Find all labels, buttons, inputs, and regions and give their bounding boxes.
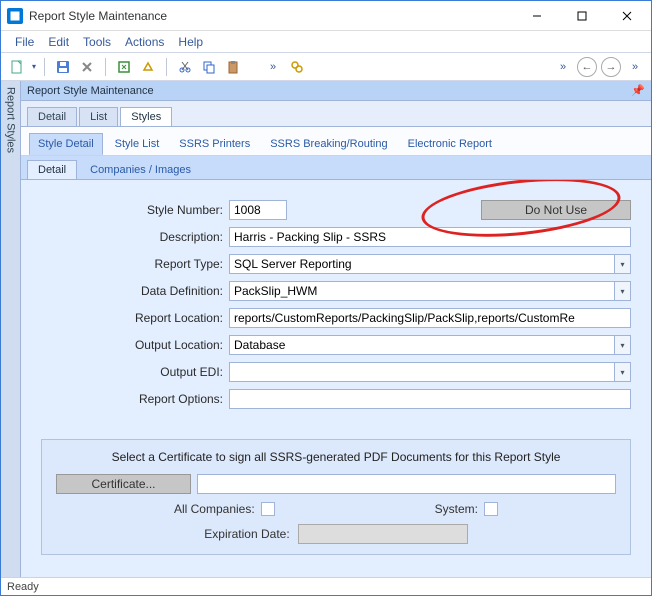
style-number-input[interactable] [229, 200, 287, 220]
all-companies-checkbox[interactable] [261, 502, 275, 516]
refresh-icon[interactable] [114, 57, 134, 77]
tab-detail[interactable]: Detail [27, 107, 77, 126]
menu-tools[interactable]: Tools [77, 33, 117, 51]
certificate-button[interactable]: Certificate... [56, 474, 191, 494]
menubar: File Edit Tools Actions Help [1, 31, 651, 53]
data-definition-label: Data Definition: [41, 284, 229, 298]
toolbar: ▾ » » ← → » [1, 53, 651, 81]
data-definition-input[interactable] [229, 281, 615, 301]
output-edi-dropdown-icon[interactable]: ▾ [615, 362, 631, 382]
tab-styles[interactable]: Styles [120, 107, 172, 126]
clear-icon[interactable] [138, 57, 158, 77]
close-button[interactable] [604, 2, 649, 30]
do-not-use-button[interactable]: Do Not Use [481, 200, 631, 220]
tabs-level-1: Detail List Styles [21, 101, 651, 127]
report-options-label: Report Options: [41, 392, 229, 406]
overflow-icon[interactable]: » [263, 57, 283, 77]
certificate-input[interactable] [197, 474, 616, 494]
output-location-label: Output Location: [41, 338, 229, 352]
data-definition-dropdown-icon[interactable]: ▾ [615, 281, 631, 301]
output-edi-label: Output EDI: [41, 365, 229, 379]
side-tab[interactable]: Report Styles [1, 81, 21, 577]
new-dropdown[interactable]: ▾ [32, 62, 36, 71]
report-location-input[interactable] [229, 308, 631, 328]
certificate-group: Select a Certificate to sign all SSRS-ge… [41, 439, 631, 555]
system-checkbox[interactable] [484, 502, 498, 516]
save-icon[interactable] [53, 57, 73, 77]
side-tab-label: Report Styles [5, 87, 17, 153]
subtab-detail[interactable]: Detail [27, 160, 77, 179]
report-type-dropdown-icon[interactable]: ▾ [615, 254, 631, 274]
report-type-label: Report Type: [41, 257, 229, 271]
panel-header: Report Style Maintenance 📌 [21, 81, 651, 101]
tab-list[interactable]: List [79, 107, 118, 126]
window-controls [514, 2, 649, 30]
tabs-level-3: Detail Companies / Images [21, 156, 651, 180]
menu-edit[interactable]: Edit [42, 33, 75, 51]
expiration-date-label: Expiration Date: [204, 527, 289, 541]
expiration-date-field [298, 524, 468, 544]
nav-back-button[interactable]: ← [577, 57, 597, 77]
app-icon [7, 8, 23, 24]
maximize-button[interactable] [559, 2, 604, 30]
menu-file[interactable]: File [9, 33, 40, 51]
paste-icon[interactable] [223, 57, 243, 77]
minimize-button[interactable] [514, 2, 559, 30]
output-location-dropdown-icon[interactable]: ▾ [615, 335, 631, 355]
window-title: Report Style Maintenance [29, 9, 514, 23]
output-location-input[interactable] [229, 335, 615, 355]
titlebar: Report Style Maintenance [1, 1, 651, 31]
all-companies-label: All Companies: [174, 502, 255, 516]
tab-style-detail[interactable]: Style Detail [29, 133, 103, 155]
report-options-input[interactable] [229, 389, 631, 409]
style-number-label: Style Number: [41, 203, 229, 217]
main-panel: Report Style Maintenance 📌 Detail List S… [21, 81, 651, 577]
tabs-level-2: Style Detail Style List SSRS Printers SS… [21, 127, 651, 156]
report-location-label: Report Location: [41, 311, 229, 325]
description-label: Description: [41, 230, 229, 244]
find-icon[interactable] [287, 57, 307, 77]
certificate-group-title: Select a Certificate to sign all SSRS-ge… [56, 450, 616, 464]
menu-help[interactable]: Help [172, 33, 209, 51]
output-edi-input[interactable] [229, 362, 615, 382]
overflow-right-icon[interactable]: » [553, 57, 573, 77]
menu-actions[interactable]: Actions [119, 33, 170, 51]
system-label: System: [435, 502, 478, 516]
app-window: Report Style Maintenance File Edit Tools… [0, 0, 652, 596]
content-row: Report Styles Report Style Maintenance 📌… [1, 81, 651, 577]
nav-forward-button[interactable]: → [601, 57, 621, 77]
new-icon[interactable] [7, 57, 27, 77]
statusbar: Ready [1, 577, 651, 595]
cut-icon[interactable] [175, 57, 195, 77]
tab-ssrs-printers[interactable]: SSRS Printers [171, 134, 258, 154]
tab-ssrs-breaking-routing[interactable]: SSRS Breaking/Routing [262, 134, 395, 154]
subtab-companies-images[interactable]: Companies / Images [79, 160, 202, 179]
description-input[interactable] [229, 227, 631, 247]
pin-icon[interactable]: 📌 [631, 84, 645, 97]
form-panel: Style Number: Do Not Use Description: Re… [21, 180, 651, 577]
delete-icon[interactable] [77, 57, 97, 77]
tab-style-list[interactable]: Style List [107, 134, 168, 154]
copy-icon[interactable] [199, 57, 219, 77]
overflow-nav-icon[interactable]: » [625, 57, 645, 77]
panel-header-title: Report Style Maintenance [27, 85, 154, 97]
status-text: Ready [7, 581, 39, 593]
report-type-input[interactable] [229, 254, 615, 274]
tab-electronic-report[interactable]: Electronic Report [400, 134, 500, 154]
